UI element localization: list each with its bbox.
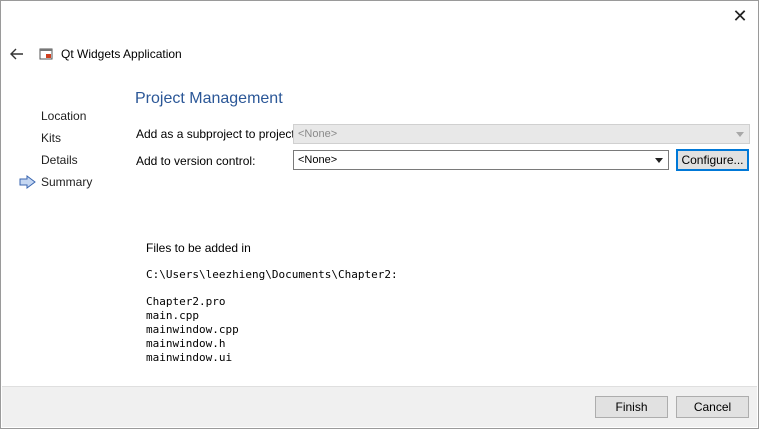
close-icon: ✕ [732,6,748,26]
application-icon [39,48,53,60]
chevron-down-icon [654,151,664,169]
subproject-combobox: <None> [293,124,750,144]
subproject-label: Add as a subproject to project: [136,127,299,141]
close-button[interactable]: ✕ [728,5,752,27]
target-path: C:\Users\leezhieng\Documents\Chapter2: [146,268,398,281]
file-item: mainwindow.ui [146,351,233,364]
back-button[interactable] [7,45,27,63]
button-bar: Finish Cancel [2,386,757,427]
version-control-label: Add to version control: [136,154,256,168]
step-location: Location [41,109,87,123]
finish-button[interactable]: Finish [595,396,668,418]
wizard-steps: Location Kits Details Summary [19,105,92,193]
files-lead-text: Files to be added in [146,241,251,255]
file-list: Chapter2.pro main.cpp mainwindow.cpp mai… [146,295,398,365]
cancel-button[interactable]: Cancel [676,396,749,418]
file-item: Chapter2.pro [146,295,226,308]
configure-button[interactable]: Configure... [676,149,749,171]
step-summary: Summary [19,171,92,193]
step-details: Details [41,153,78,167]
summary-panel: Files to be added in C:\Users\leezhieng\… [146,241,398,365]
back-arrow-icon [10,48,23,60]
wizard-dialog: ✕ Qt Widgets Application Location Kits D… [0,0,759,429]
chevron-down-icon [735,125,745,143]
file-item: mainwindow.h [146,337,226,350]
page-title: Project Management [135,90,283,107]
file-item: mainwindow.cpp [146,323,239,336]
step-kits: Kits [41,131,62,145]
current-step-arrow-icon [19,175,36,189]
wizard-title: Qt Widgets Application [39,47,182,61]
file-item: main.cpp [146,309,199,322]
wizard-title-text: Qt Widgets Application [61,47,182,61]
version-control-combobox[interactable]: <None> [293,150,669,170]
